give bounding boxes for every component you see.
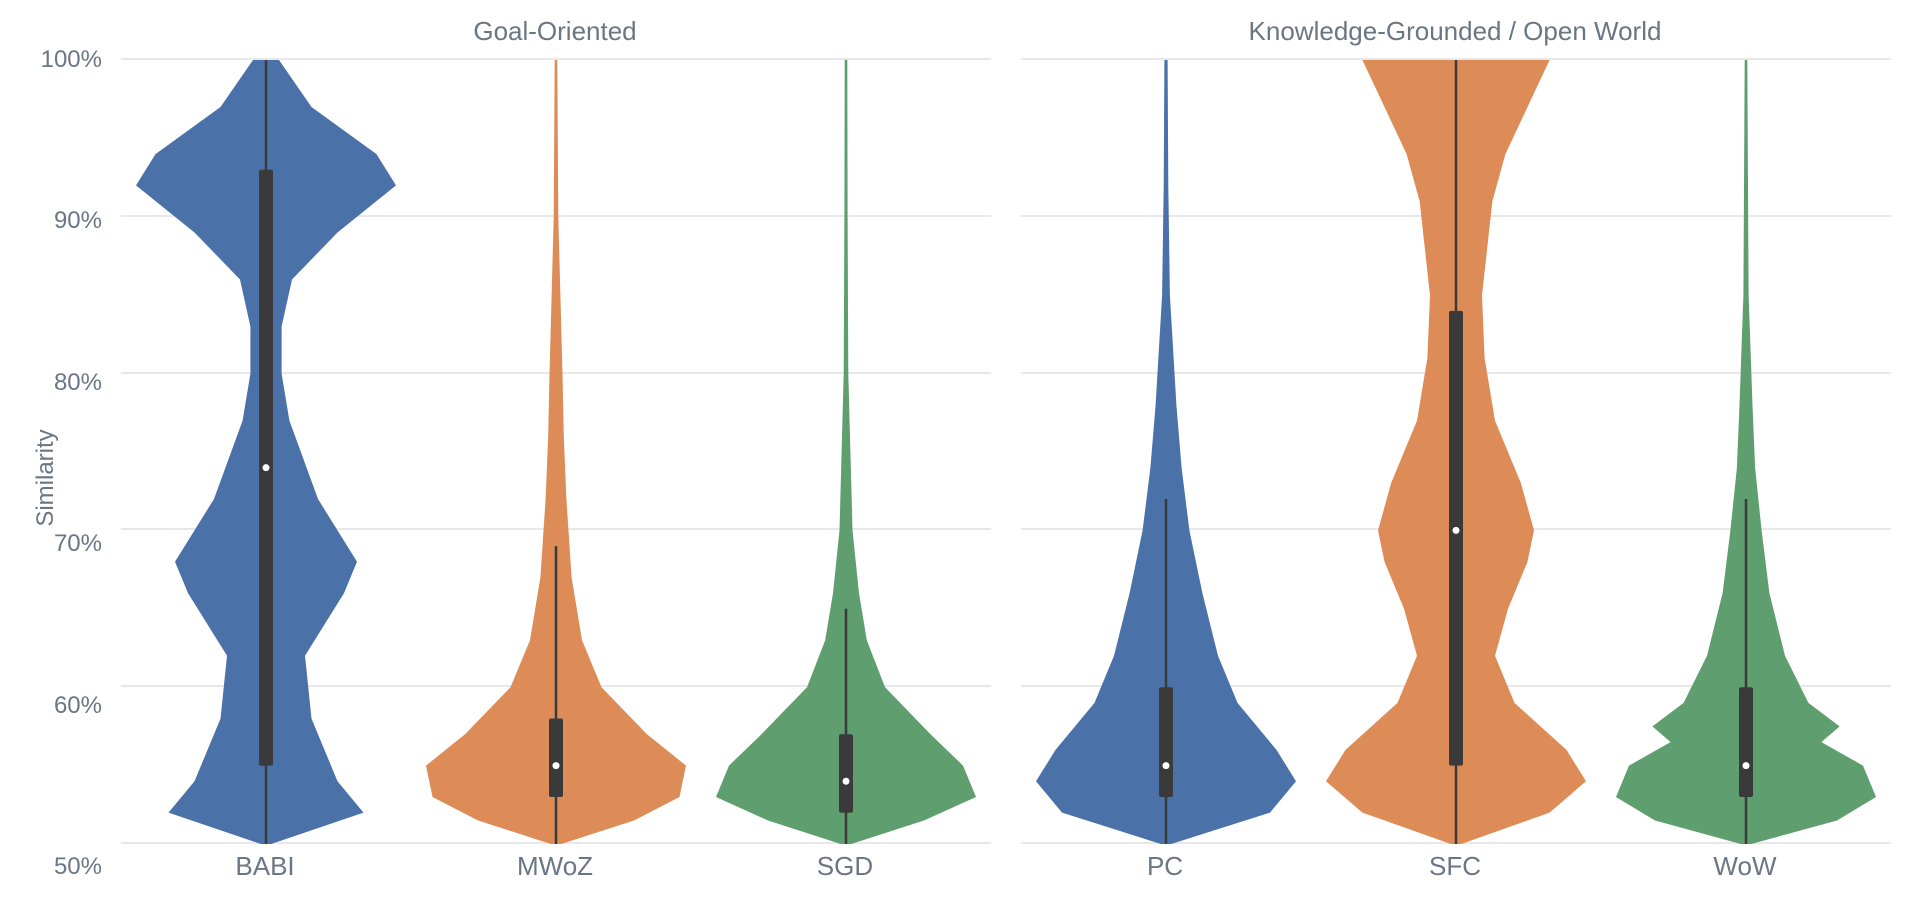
y-tick-label: 60% — [54, 692, 102, 720]
x-tick-label: SFC — [1429, 851, 1481, 882]
plot-left — [120, 60, 991, 844]
y-tick-label: 90% — [54, 207, 102, 235]
y-tick-label: 70% — [54, 530, 102, 558]
panel-title: Knowledge-Grounded / Open World — [1020, 16, 1890, 47]
x-tick-label: WoW — [1713, 851, 1776, 882]
panel-goal-oriented: Goal-Oriented BABI MWoZ SGD — [120, 20, 990, 880]
panel-knowledge-grounded: Knowledge-Grounded / Open World PC SFC W… — [1020, 20, 1890, 880]
x-tick-label: PC — [1147, 851, 1183, 882]
x-tick-label: BABI — [235, 851, 294, 882]
violin-sgd — [121, 60, 991, 844]
plot-right — [1020, 60, 1891, 844]
chart-area: Goal-Oriented BABI MWoZ SGD Knowledge-Gr… — [120, 20, 1900, 880]
y-tick-label: 100% — [41, 46, 102, 74]
y-tick-label: 80% — [54, 369, 102, 397]
x-tick-label: MWoZ — [517, 851, 593, 882]
violin-wow — [1021, 60, 1891, 844]
y-axis: Similarity 50% 60% 70% 80% 90% 100% — [40, 60, 110, 867]
y-axis-title: Similarity — [32, 429, 60, 526]
panel-title: Goal-Oriented — [120, 16, 990, 47]
x-tick-label: SGD — [817, 851, 873, 882]
y-tick-label: 50% — [54, 853, 102, 881]
